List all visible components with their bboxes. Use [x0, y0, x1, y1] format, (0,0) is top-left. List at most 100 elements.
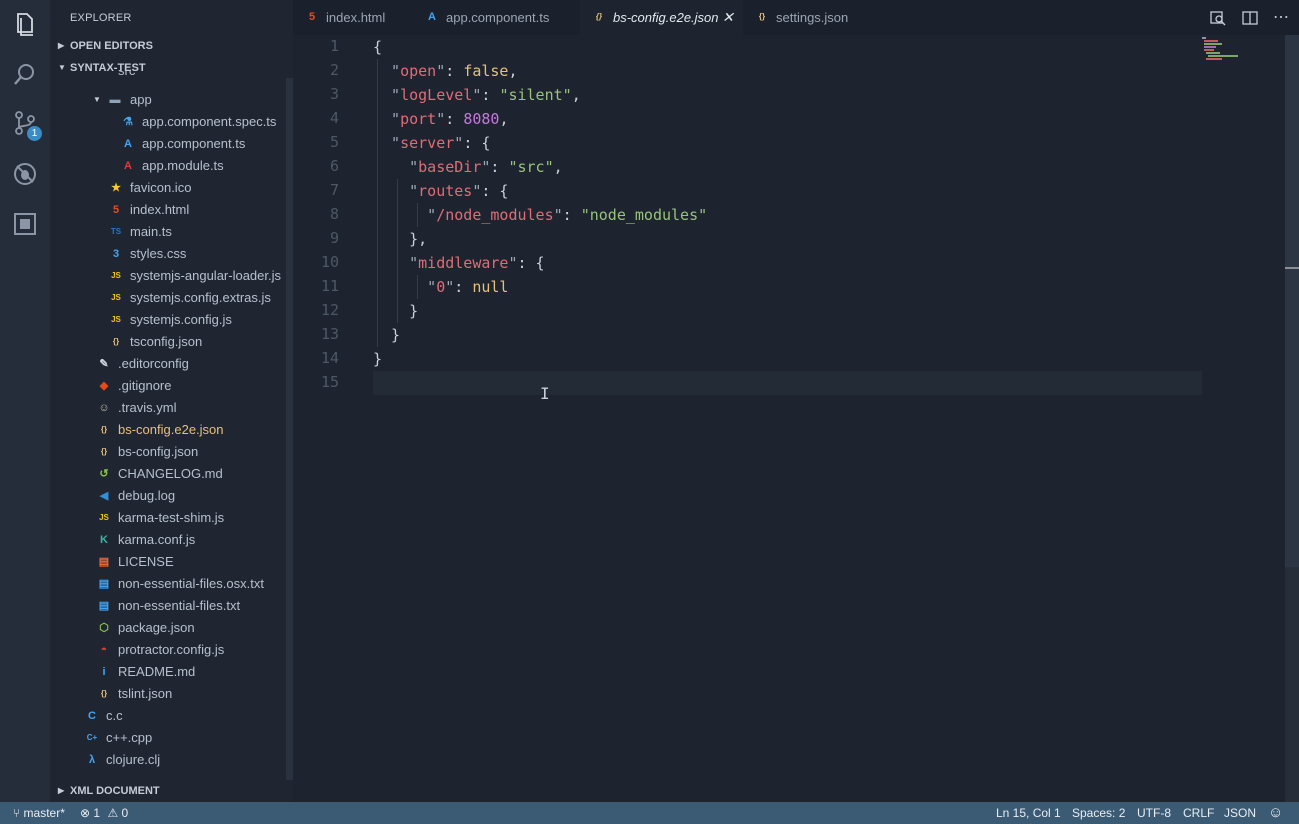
code-token: , [508, 62, 518, 80]
open-editors-section[interactable]: ▶ OPEN EDITORS [50, 35, 293, 57]
tree-item[interactable]: ⬡ package.json [50, 617, 293, 639]
tree-item[interactable]: ◆ .gitignore [50, 375, 293, 397]
code-line[interactable]: }, [373, 227, 427, 251]
scrollbar-thumb[interactable] [1285, 35, 1299, 567]
travis-icon: ☺ [98, 402, 110, 414]
more-actions-icon[interactable]: ⋯ [1273, 7, 1289, 27]
tree-item[interactable]: JS systemjs.config.js [50, 309, 293, 331]
line-number: 15 [320, 373, 339, 391]
code-line[interactable]: "routes": { [373, 179, 508, 203]
line-ending[interactable]: CRLF [1183, 806, 1214, 820]
tree-item[interactable]: i README.md [50, 661, 293, 683]
code-token: " [373, 62, 401, 80]
tree-item[interactable]: {} tsconfig.json [50, 331, 293, 353]
tree-item[interactable]: JS systemjs.config.extras.js [50, 287, 293, 309]
tree-item[interactable]: ↺ CHANGELOG.md [50, 463, 293, 485]
tree-item[interactable]: 3 styles.css [50, 243, 293, 265]
code-line[interactable]: } [373, 299, 418, 323]
tree-item[interactable]: TS main.ts [50, 221, 293, 243]
code-line[interactable]: "/node_modules": "node_modules" [373, 203, 707, 227]
search-icon[interactable] [12, 61, 38, 87]
tree-item[interactable]: {} bs-config.json [50, 441, 293, 463]
code-token: : { [463, 134, 491, 152]
tree-item[interactable]: ✎ .editorconfig [50, 353, 293, 375]
tree-item-label: LICENSE [118, 554, 174, 569]
tree-item[interactable]: ▤ non-essential-files.txt [50, 595, 293, 617]
lambda-icon: λ [88, 754, 96, 766]
tab-4[interactable]: {} settings.json [743, 0, 873, 35]
tree-item[interactable]: Aapp.module.ts [50, 155, 293, 177]
editor-scrollbar[interactable] [1285, 35, 1299, 802]
tree-item[interactable]: Aapp.component.ts [50, 133, 293, 155]
code-line[interactable]: { [373, 35, 382, 59]
code-line[interactable]: "open": false, [373, 59, 518, 83]
line-number: 14 [320, 349, 339, 367]
code-line[interactable]: } [373, 323, 400, 347]
code-token: " [373, 254, 419, 272]
tree-item-label: tsconfig.json [130, 334, 203, 349]
explorer-files-icon[interactable] [12, 11, 38, 37]
typescript-icon: TS [110, 227, 122, 236]
license-icon: ▤ [98, 556, 110, 568]
tree-item[interactable]: C+ c++.cpp [50, 727, 293, 749]
extensions-icon[interactable] [12, 211, 38, 237]
tree-item[interactable]: ▤ non-essential-files.osx.txt [50, 573, 293, 595]
tree-item[interactable]: ▼ ▬ app [50, 89, 293, 111]
tree-item[interactable]: ▤ LICENSE [50, 551, 293, 573]
code-token: 0 [436, 278, 446, 296]
error-icon: ⊗ [80, 806, 91, 820]
language-mode[interactable]: JSON [1224, 806, 1256, 820]
debug-icon[interactable] [12, 161, 38, 187]
file-tree: ▼ ▬ app ⚗ app.component.spec.ts Aapp.componen… [50, 78, 293, 780]
minimap[interactable] [1202, 35, 1282, 65]
tree-item[interactable]: ☺ .travis.yml [50, 397, 293, 419]
tree-item[interactable]: {} tslint.json [50, 683, 293, 705]
code-token: : [562, 206, 581, 224]
problems-indicator[interactable]: ⊗ 1 ⚠ 0 [80, 806, 128, 820]
code-line[interactable]: "middleware": { [373, 251, 544, 275]
cursor-position[interactable]: Ln 15, Col 1 [996, 806, 1061, 820]
code-line[interactable]: "logLevel": "silent", [373, 83, 581, 107]
code-line[interactable]: "0": null [373, 275, 508, 299]
tree-item[interactable]: {} bs-config.e2e.json [50, 419, 293, 441]
tree-item[interactable]: JS karma-test-shim.js [50, 507, 293, 529]
encoding[interactable]: UTF-8 [1137, 806, 1171, 820]
code-line[interactable]: "port": 8080, [373, 107, 508, 131]
split-editor-icon[interactable] [1242, 10, 1258, 26]
code-editor[interactable]: 1 2 3 4 5 6 7 8 9 10 11 12 13 14 15 { "open": false, "… [293, 35, 1299, 802]
tree-item[interactable]: Kkarma.conf.js [50, 529, 293, 551]
tree-item[interactable]: Cc.c [50, 705, 293, 727]
code-line[interactable]: } [373, 347, 382, 371]
angular-icon: A [124, 138, 132, 150]
tab-2[interactable]: Aapp.component.ts [413, 0, 580, 35]
code-token: }, [373, 230, 428, 248]
tree-item-label: app.component.ts [142, 136, 246, 151]
tree-item-label: main.ts [130, 224, 172, 239]
close-tab-icon[interactable]: ✕ [722, 9, 734, 26]
tab-1[interactable]: 5 index.html [293, 0, 413, 35]
branch-indicator[interactable]: ⑂ master* [13, 806, 65, 820]
open-preview-icon[interactable] [1210, 10, 1226, 26]
feedback-smiley-icon[interactable]: ☺ [1268, 804, 1283, 821]
code-line[interactable]: "server": { [373, 131, 490, 155]
code-token: : { [481, 182, 509, 200]
tree-item[interactable]: ◓ protractor.config.js [50, 639, 293, 661]
tree-item[interactable]: JS systemjs-angular-loader.js [50, 265, 293, 287]
code-line[interactable]: "baseDir": "src", [373, 155, 563, 179]
tree-item[interactable]: 5 index.html [50, 199, 293, 221]
xml-document-section[interactable]: ▶ XML DOCUMENT [50, 780, 293, 802]
tree-item[interactable]: ⚗ app.component.spec.ts [50, 111, 293, 133]
text-file-icon: ▤ [98, 600, 110, 612]
tree-item[interactable]: ◀ debug.log [50, 485, 293, 507]
code-token: " [373, 206, 437, 224]
code-token: " [553, 206, 563, 224]
tree-item-label: tslint.json [118, 686, 173, 701]
line-number: 1 [329, 37, 339, 55]
tree-item[interactable]: ★ favicon.ico [50, 177, 293, 199]
tree-item[interactable]: λ clojure.clj [50, 749, 293, 771]
tree-item-label: app [130, 92, 152, 107]
editor-tab-bar: ⋯ 5 index.html Aapp.component.ts {} bs-confi… [293, 0, 1299, 35]
tab-3[interactable]: {} bs-config.e2e.json ✕ [580, 0, 743, 35]
indentation[interactable]: Spaces: 2 [1072, 806, 1125, 820]
code-token: " [436, 110, 446, 128]
